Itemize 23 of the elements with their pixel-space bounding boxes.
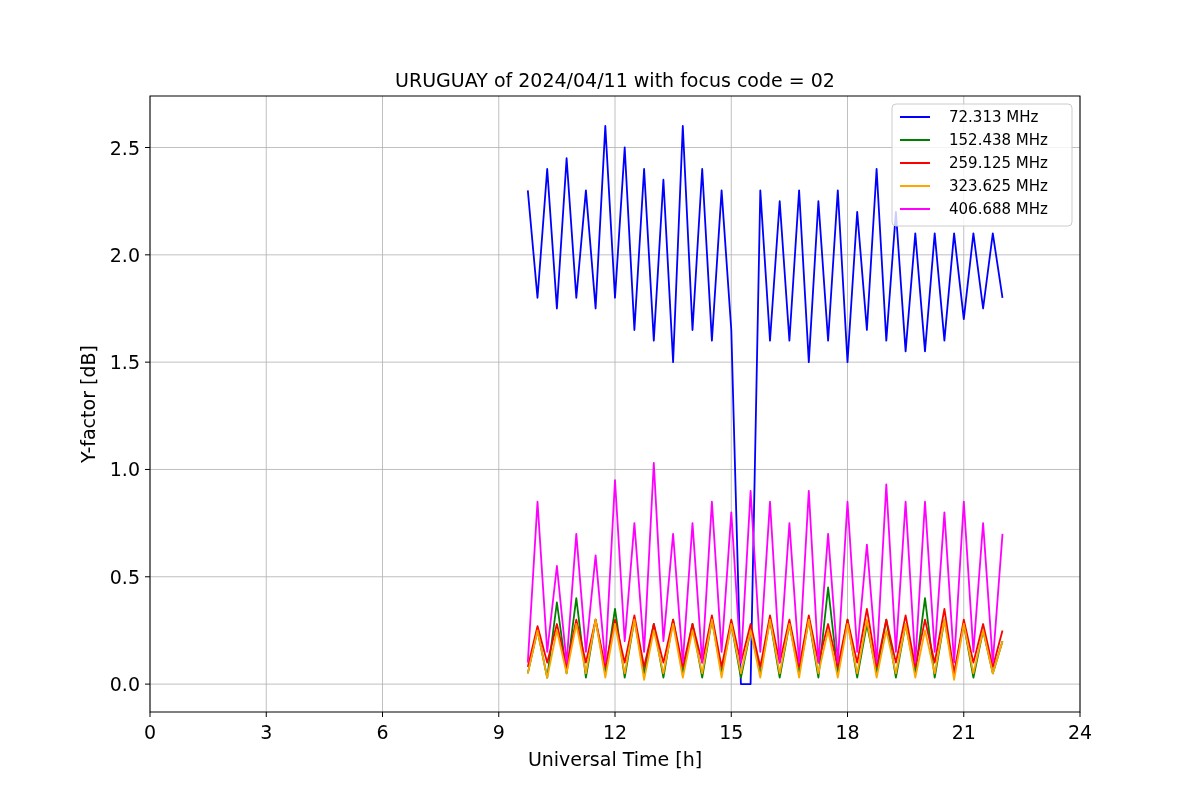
tick-label: 12 [602,721,628,743]
tick-label: 24 [1067,721,1093,743]
axis-title: Universal Time [h] [527,748,703,770]
tick-label: 15 [719,721,744,743]
tick-label: 9 [492,721,505,743]
tick-label: 18 [835,721,860,743]
legend-label: 152.438 MHz [949,131,1048,149]
tick-label: 1.0 [109,458,140,481]
tick-label: 0 [143,721,157,743]
tick-label: 2.5 [109,136,140,159]
axis-title: Y-factor [dB] [77,345,99,463]
tick-label: 3 [260,721,273,743]
tick-label: 21 [951,721,976,743]
chart-title: URUGUAY of 2024/04/11 with focus code = 02 [395,69,835,91]
tick-label: 1.5 [109,351,140,374]
tick-label: 2.0 [109,243,140,266]
tick-label: 6 [376,721,389,743]
legend-label: 406.688 MHz [949,200,1048,218]
legend-label: 72.313 MHz [949,108,1039,126]
legend-label: 323.625 MHz [949,177,1048,195]
tick-label: 0.5 [109,565,140,588]
tick-label: 0.0 [109,673,140,696]
legend-label: 259.125 MHz [949,154,1048,172]
